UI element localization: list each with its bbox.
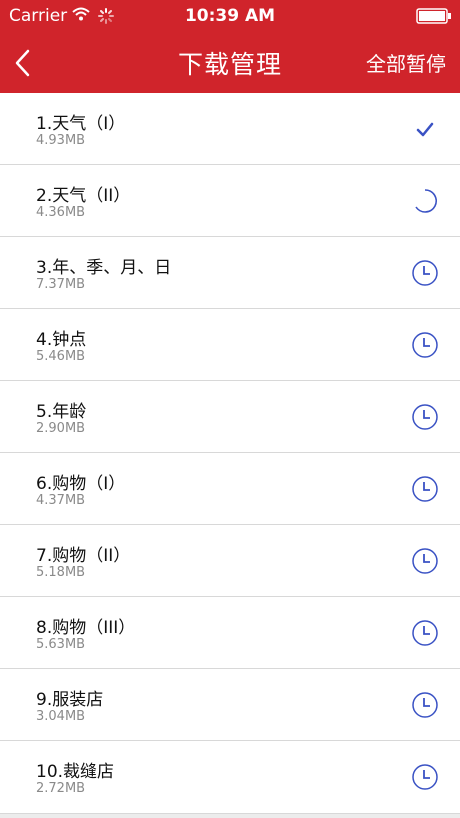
item-name: 2.天气（II） (36, 186, 131, 206)
list-item[interactable]: 2.天气（II） 4.36MB (0, 165, 460, 237)
item-name: 3.年、季、月、日 (36, 258, 172, 278)
list-item[interactable]: 7.购物（II） 5.18MB (0, 525, 460, 597)
status-bar: Carrier 10:39 AM (0, 0, 460, 32)
list-item[interactable]: 6.购物（I） 4.37MB (0, 453, 460, 525)
item-name: 4.钟点 (36, 330, 87, 350)
clock-icon[interactable] (412, 476, 438, 502)
pause-all-button[interactable]: 全部暂停 (366, 48, 446, 77)
clock-icon[interactable] (412, 620, 438, 646)
item-size: 2.72MB (36, 781, 86, 796)
item-name: 6.购物（I） (36, 474, 126, 494)
clock-icon[interactable] (412, 692, 438, 718)
item-size: 3.04MB (36, 709, 86, 724)
item-size: 7.37MB (36, 277, 86, 292)
item-name: 8.购物（III） (36, 618, 136, 638)
item-size: 4.37MB (36, 493, 86, 508)
nav-bar: 下载管理 全部暂停 (0, 32, 460, 93)
download-list: 1.天气（I） 4.93MB 2.天气（II） 4.36MB 3.年、季、月、日 7.37… (0, 93, 460, 814)
item-name: 10.裁缝店 (36, 762, 115, 782)
list-item[interactable]: 9.服装店 3.04MB (0, 669, 460, 741)
item-name: 5.年龄 (36, 402, 87, 422)
list-item[interactable]: 10.裁缝店 2.72MB (0, 741, 460, 814)
item-size: 2.90MB (36, 421, 86, 436)
loading-icon[interactable] (412, 188, 438, 214)
header: Carrier 10:39 AM 下载管理 全部暂停 (0, 0, 460, 93)
list-item[interactable]: 3.年、季、月、日 7.37MB (0, 237, 460, 309)
item-size: 4.93MB (36, 133, 86, 148)
item-name: 7.购物（II） (36, 546, 131, 566)
item-size: 5.46MB (36, 349, 86, 364)
list-item[interactable]: 4.钟点 5.46MB (0, 309, 460, 381)
list-item[interactable]: 5.年龄 2.90MB (0, 381, 460, 453)
item-size: 5.18MB (36, 565, 86, 580)
item-name: 9.服装店 (36, 690, 104, 710)
clock-icon[interactable] (412, 764, 438, 790)
clock-icon[interactable] (412, 332, 438, 358)
check-icon[interactable] (412, 116, 438, 142)
battery-icon (416, 8, 451, 24)
item-size: 5.63MB (36, 637, 86, 652)
clock-icon[interactable] (412, 404, 438, 430)
clock-icon[interactable] (412, 260, 438, 286)
list-item[interactable]: 1.天气（I） 4.93MB (0, 93, 460, 165)
item-name: 1.天气（I） (36, 114, 126, 134)
clock-icon[interactable] (412, 548, 438, 574)
list-item[interactable]: 8.购物（III） 5.63MB (0, 597, 460, 669)
status-time: 10:39 AM (184, 6, 276, 26)
item-size: 4.36MB (36, 205, 86, 220)
